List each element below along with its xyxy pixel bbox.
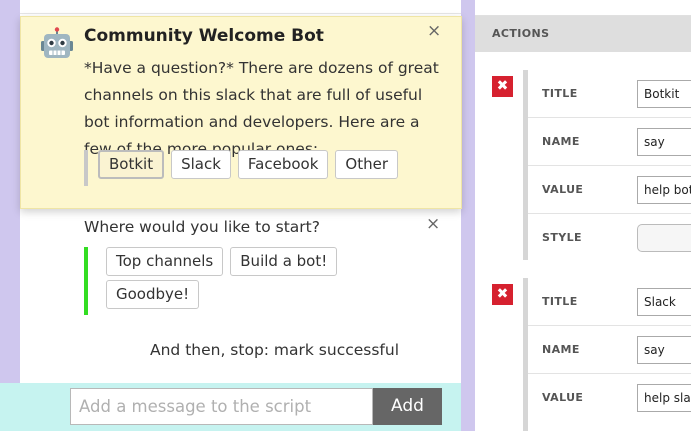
message-composer: Add	[0, 383, 461, 431]
attachment-button-botkit[interactable]: Botkit	[98, 150, 165, 179]
message-input[interactable]	[70, 388, 373, 425]
message-attachment: Top channels Build a bot! Goodbye!	[84, 247, 354, 315]
field-label: NAME	[542, 343, 580, 356]
field-label: NAME	[542, 135, 580, 148]
attachment-button-facebook[interactable]: Facebook	[237, 150, 329, 179]
actions-header: ACTIONS	[475, 16, 691, 52]
title-input[interactable]	[637, 288, 691, 316]
attachment-button-top-channels[interactable]: Top channels	[106, 247, 224, 276]
attachment-button-goodbye[interactable]: Goodbye!	[106, 280, 200, 309]
action-field-title: TITLE	[528, 278, 691, 326]
column-divider	[461, 0, 475, 431]
add-message-button[interactable]: Add	[373, 388, 442, 425]
attachment-button-other[interactable]: Other	[335, 150, 398, 179]
action-field-name: NAME	[528, 326, 691, 374]
action-field-name: NAME	[528, 118, 691, 166]
left-frame	[0, 0, 20, 431]
attachment-button-slack[interactable]: Slack	[171, 150, 231, 179]
title-input[interactable]	[637, 80, 691, 108]
script-end-action: And then, stop: mark successful	[150, 341, 400, 359]
close-icon[interactable]: ×	[427, 21, 441, 41]
field-label: VALUE	[542, 391, 584, 404]
action-field-value: VALUE	[528, 166, 691, 214]
panel-top-edge	[475, 0, 691, 16]
action-field-value: VALUE	[528, 374, 691, 422]
delete-icon[interactable]: ✖	[492, 76, 513, 97]
field-label: TITLE	[542, 87, 578, 100]
message-text[interactable]: Where would you like to start?	[84, 218, 320, 236]
actions-panel: ACTIONS ✖ TITLE NAME VALUE STYLE ✖ TITLE…	[475, 0, 691, 431]
field-label: TITLE	[542, 295, 578, 308]
value-input[interactable]	[637, 384, 691, 412]
message-attachment: Botkit Slack Facebook Other	[84, 150, 398, 186]
action-field-style: STYLE	[528, 214, 691, 262]
attachment-button-build-a-bot[interactable]: Build a bot!	[230, 247, 338, 276]
close-icon[interactable]: ×	[426, 214, 440, 234]
value-input[interactable]	[637, 176, 691, 204]
bot-name: Community Welcome Bot	[84, 26, 324, 46]
delete-icon[interactable]: ✖	[492, 284, 513, 305]
name-input[interactable]	[637, 336, 691, 364]
field-label: VALUE	[542, 183, 584, 196]
message-text: *Have a question?* There are dozens of g…	[84, 59, 439, 158]
robot-icon	[41, 27, 73, 58]
previous-message-edge	[20, 0, 461, 14]
actions-header-label: ACTIONS	[492, 27, 550, 40]
name-input[interactable]	[637, 128, 691, 156]
field-label: STYLE	[542, 231, 582, 244]
style-select[interactable]	[637, 224, 691, 252]
action-field-title: TITLE	[528, 70, 691, 118]
